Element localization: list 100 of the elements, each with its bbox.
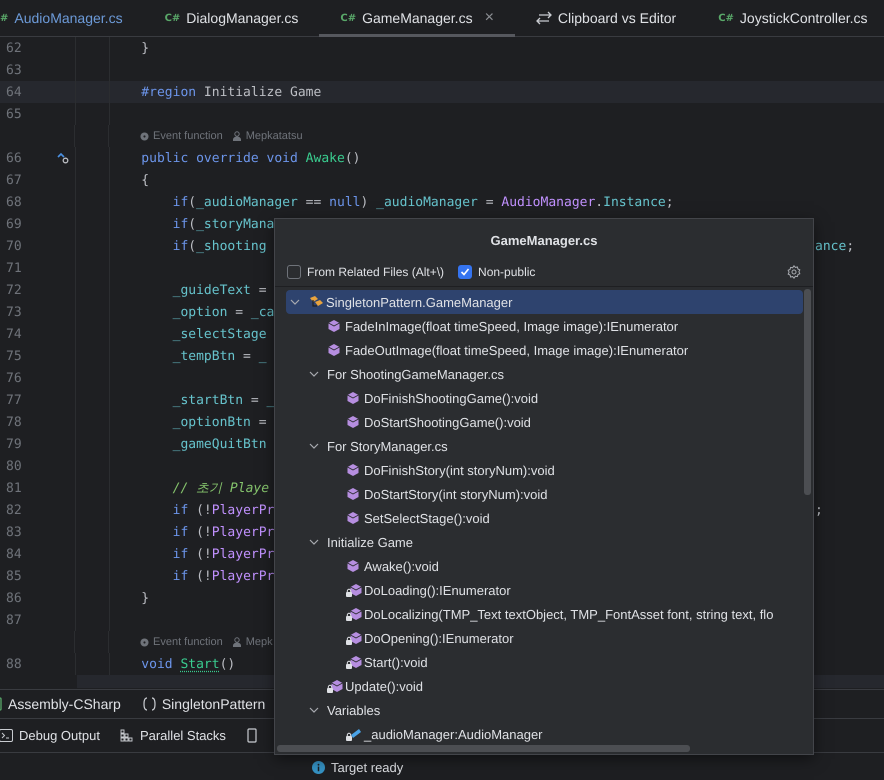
structure-item[interactable]: DoFinishShootingGame():void	[286, 386, 803, 410]
line-number: 79	[5, 436, 23, 452]
code-token: =	[234, 304, 244, 320]
code-token: _optionBtn	[172, 414, 251, 430]
line-number: 88	[5, 656, 23, 672]
inlay-hint: Event function	[153, 130, 223, 142]
code-token: _tempBtn	[172, 348, 236, 364]
chevron-down-icon[interactable]	[309, 369, 319, 379]
region-item[interactable]: For ShootingGameManager.cs	[286, 362, 803, 386]
line-number: 81	[5, 480, 23, 496]
code-token: {	[140, 172, 150, 188]
code-token: Start	[180, 656, 220, 672]
code-token: if	[172, 568, 188, 584]
line-number: 74	[5, 326, 23, 342]
method-icon	[327, 319, 341, 333]
person-icon	[232, 131, 242, 141]
code-token: _gameQuitBtn	[172, 436, 267, 452]
structure-item[interactable]: Start():void	[286, 650, 803, 674]
checkmark-icon	[460, 267, 470, 277]
settings-icon[interactable]	[787, 265, 801, 279]
breadcrumb-item[interactable]: SingletonPattern	[142, 696, 266, 712]
editor-tab[interactable]: C# DialogManager.cs	[144, 0, 320, 36]
code-token: ance	[815, 238, 846, 254]
line-number: 64	[5, 84, 23, 100]
code-token: Initialize Game	[202, 84, 322, 100]
code-token: }	[140, 590, 150, 606]
line-number: 77	[5, 392, 23, 408]
line-number: 70	[5, 238, 23, 254]
chevron-down-icon[interactable]	[309, 441, 319, 451]
scrollbar[interactable]	[277, 745, 690, 752]
editor-tab[interactable]: C# JoystickController.cs	[697, 0, 884, 36]
code-token: if	[172, 524, 188, 540]
method-icon	[327, 343, 341, 357]
code-token: ;	[666, 194, 674, 210]
tool-window-button[interactable]: Debug Output	[0, 728, 100, 743]
line-number: 69	[5, 216, 23, 232]
code-token: }	[140, 40, 150, 56]
chevron-down-icon[interactable]	[309, 705, 319, 715]
code-token: (!	[195, 524, 212, 540]
structure-item[interactable]: DoLoading():IEnumerator	[286, 578, 803, 602]
private-method-icon	[346, 606, 362, 622]
editor-tab[interactable]: # AudioManager.cs	[0, 0, 144, 36]
panel-icon[interactable]	[246, 728, 258, 743]
override-marker-icon[interactable]	[57, 152, 69, 164]
region-item[interactable]: Initialize Game	[286, 530, 803, 554]
structure-item[interactable]: Awake():void	[286, 554, 803, 578]
line-number: 87	[5, 612, 23, 628]
method-icon	[346, 559, 360, 573]
structure-item[interactable]: FadeInImage(float timeSpeed, Image image):IEnumerator	[286, 314, 803, 338]
close-icon[interactable]: ×	[484, 9, 494, 27]
line-number: 76	[5, 370, 23, 386]
csharp-file-icon: C#	[164, 12, 180, 24]
breadcrumb-item[interactable]: Assembly-CSharp	[0, 696, 121, 712]
code-token: =	[242, 348, 252, 364]
filter-checkbox[interactable]: From Related Files (Alt+\)	[287, 265, 444, 279]
line-number: 80	[5, 458, 23, 474]
chevron-down-icon[interactable]	[309, 537, 319, 547]
structure-item[interactable]: SingletonPattern.GameManager	[286, 290, 803, 314]
structure-item[interactable]: DoFinishStory(int storyNum):void	[286, 458, 803, 482]
scrollbar[interactable]	[804, 289, 811, 495]
line-number: 66	[5, 150, 23, 166]
tool-window-button[interactable]: Parallel Stacks	[120, 728, 226, 743]
structure-item[interactable]: DoStartStory(int storyNum):void	[286, 482, 803, 506]
private-method-icon	[346, 654, 362, 670]
structure-item[interactable]: DoOpening():IEnumerator	[286, 626, 803, 650]
structure-item[interactable]: DoLocalizing(TMP_Text textObject, TMP_FontAsset font, string text, flo	[286, 602, 803, 626]
code-token: ()	[344, 150, 360, 166]
code-token: ;	[815, 502, 823, 518]
code-token: ()	[220, 656, 236, 672]
code-token: _storyMana	[196, 216, 274, 232]
region-item[interactable]: For StoryManager.cs	[286, 434, 803, 458]
line-number: 71	[5, 260, 23, 276]
line-number: 83	[5, 524, 23, 540]
code-token: (!	[195, 546, 212, 562]
filter-checkbox[interactable]: Non-public	[458, 265, 536, 279]
code-token: PlayerPr	[212, 568, 274, 584]
code-token: AudioManager	[501, 194, 596, 210]
region-item[interactable]: Variables	[286, 698, 803, 722]
code-token: PlayerPr	[212, 502, 274, 518]
structure-item[interactable]: SetSelectStage():void	[286, 506, 803, 530]
structure-item[interactable]: FadeOutImage(float timeSpeed, Image image):IEnumerator	[286, 338, 803, 362]
code-token: )	[360, 194, 370, 210]
popup-title: GameManager.cs	[490, 232, 598, 248]
line-number: 73	[5, 304, 23, 320]
code-token: =	[250, 392, 260, 408]
structure-item[interactable]: DoStartShootingGame():void	[286, 410, 803, 434]
inlay-hint: Event function	[153, 636, 223, 648]
code-token: PlayerPr	[212, 546, 274, 562]
code-token: .	[595, 194, 604, 210]
code-token: _selectStage	[172, 326, 267, 342]
code-token: void	[140, 656, 174, 672]
code-token: #region	[140, 84, 196, 100]
csharp-file-icon: C#	[340, 12, 356, 24]
status-text: Target ready	[331, 760, 404, 774]
structure-item[interactable]: _audioManager:AudioManager	[286, 722, 803, 746]
structure-item[interactable]: Update():void	[286, 674, 803, 698]
editor-tab[interactable]: Clipboard vs Editor	[514, 0, 698, 36]
chevron-down-icon[interactable]	[290, 297, 300, 307]
editor-tab[interactable]: C# GameManager.cs ×	[319, 0, 515, 36]
terminal-icon	[0, 729, 13, 742]
